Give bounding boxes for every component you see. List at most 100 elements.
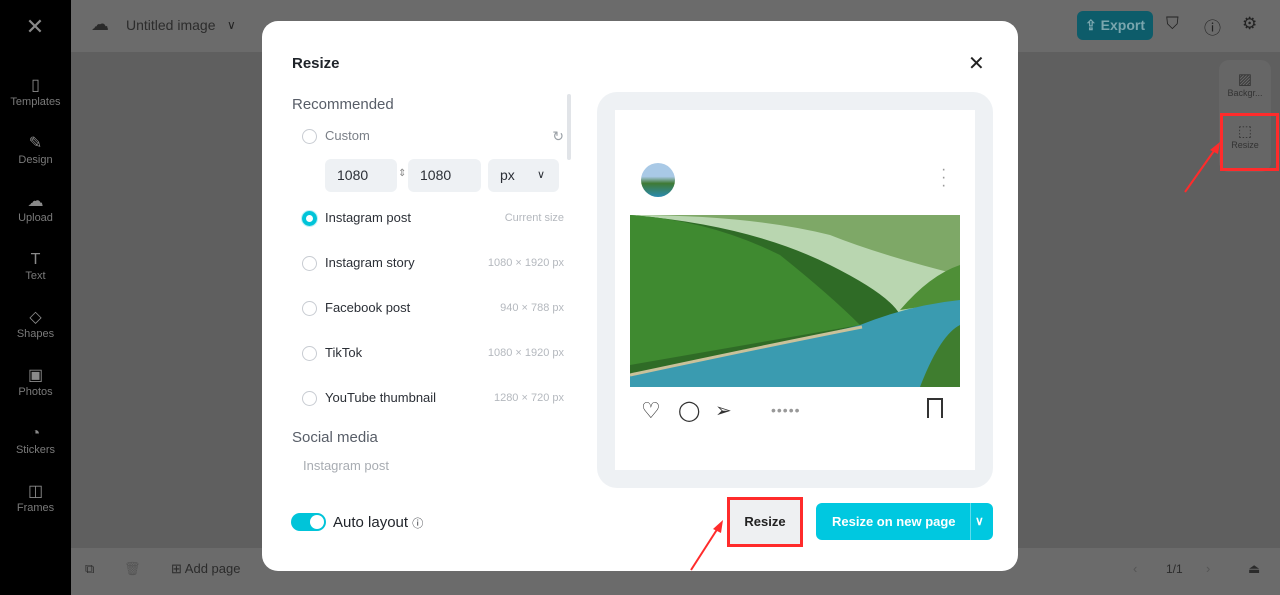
layers-icon[interactable]: ⏏ xyxy=(1248,561,1260,577)
sidebar-item-design[interactable]: ✎ Design xyxy=(0,134,71,166)
social-item[interactable]: Instagram post xyxy=(303,458,389,473)
unit-value: px xyxy=(500,167,515,183)
option-size: 940 × 788 px xyxy=(500,302,564,314)
auto-layout-label: Auto layout ⓘ xyxy=(333,514,423,531)
option-instagram-post[interactable]: Instagram post Current size xyxy=(302,207,564,229)
radio-button[interactable] xyxy=(302,256,317,271)
option-size: Current size xyxy=(504,212,564,224)
option-instagram-story[interactable]: Instagram story 1080 × 1920 px xyxy=(302,252,564,274)
chevron-down-icon[interactable]: ∨ xyxy=(227,18,236,32)
cloud-save-icon[interactable]: ☁ xyxy=(91,14,109,35)
sidebar-item-shapes[interactable]: ◇ Shapes xyxy=(0,308,71,340)
sidebar-item-stickers[interactable]: ◔ Stickers xyxy=(0,424,71,456)
sidebar-item-upload[interactable]: ☁ Upload xyxy=(0,192,71,224)
resize-dialog: Resize ✕ Recommended Custom ↻ 1080 ⇕ 108… xyxy=(262,21,1018,571)
section-recommended: Recommended xyxy=(292,96,394,113)
option-label: Facebook post xyxy=(325,300,411,315)
bookmark-icon xyxy=(927,398,943,418)
stickers-icon: ◔ xyxy=(30,425,41,442)
add-page-label: Add page xyxy=(184,561,241,576)
annotation-box xyxy=(727,497,803,547)
frames-icon: ◫ xyxy=(27,483,44,500)
landscape-photo xyxy=(630,215,960,387)
page-indicator: 1/1 xyxy=(1166,562,1183,576)
radio-button[interactable] xyxy=(302,391,317,406)
chevron-down-icon: ∨ xyxy=(536,169,545,181)
reset-icon[interactable]: ↻ xyxy=(552,125,564,147)
sidebar-item-label: Photos xyxy=(18,386,53,398)
add-page-button[interactable]: ⊞ Add page xyxy=(171,561,240,577)
option-youtube-thumbnail[interactable]: YouTube thumbnail 1280 × 720 px xyxy=(302,387,564,409)
option-label: TikTok xyxy=(325,345,363,360)
sidebar-item-label: Stickers xyxy=(15,444,56,456)
sidebar-item-templates[interactable]: ▯ Templates xyxy=(0,76,71,108)
sidebar-item-label: Templates xyxy=(10,96,61,108)
carousel-dots: ••••• xyxy=(771,402,801,418)
export-button[interactable]: ⇪ Export xyxy=(1077,11,1153,40)
templates-icon: ▯ xyxy=(31,77,40,94)
background-tool[interactable]: ▨ Backgr... xyxy=(1219,70,1271,98)
more-icon: · · · xyxy=(941,161,947,194)
settings-icon[interactable]: ⚙ xyxy=(1242,14,1257,34)
resize-new-label: Resize on new page xyxy=(832,514,956,529)
shapes-icon: ◇ xyxy=(29,309,42,326)
radio-button[interactable] xyxy=(302,301,317,316)
sidebar-item-label: Design xyxy=(18,154,53,166)
help-icon[interactable]: ⓘ xyxy=(1204,14,1221,39)
option-label: YouTube thumbnail xyxy=(325,390,437,405)
comment-icon: ◯ xyxy=(678,400,701,422)
option-size: 1080 × 1920 px xyxy=(487,347,564,359)
radio-custom[interactable] xyxy=(302,129,317,144)
auto-layout-toggle[interactable] xyxy=(291,513,326,531)
next-page-icon[interactable]: › xyxy=(1206,561,1210,576)
photos-icon: ▣ xyxy=(27,367,44,384)
sidebar-item-frames[interactable]: ◫ Frames xyxy=(0,482,71,514)
auto-layout-text: Auto layout xyxy=(333,514,409,531)
like-icon: ♡ xyxy=(641,398,661,423)
resize-on-new-page-button[interactable]: Resize on new page ∨ xyxy=(816,503,993,540)
background-label: Backgr... xyxy=(1227,88,1263,98)
share-icon: ➢ xyxy=(715,400,732,422)
annotation-box xyxy=(1220,113,1279,171)
sidebar-item-label: Text xyxy=(25,270,46,282)
preview-frame: · · · ♡ ◯ ➢ ••••• xyxy=(597,92,993,488)
shield-icon[interactable]: ⛉ xyxy=(1166,14,1179,34)
background-icon: ▨ xyxy=(1237,71,1253,88)
option-tiktok[interactable]: TikTok 1080 × 1920 px xyxy=(302,342,564,364)
radio-button[interactable] xyxy=(302,346,317,361)
capcut-logo: ✕ xyxy=(25,14,45,39)
section-social-media: Social media xyxy=(292,429,378,446)
instagram-post-mockup: · · · ♡ ◯ ➢ ••••• xyxy=(615,110,975,470)
option-custom[interactable]: Custom ↻ xyxy=(302,125,564,147)
text-icon: T xyxy=(30,251,41,268)
sidebar-item-label: Shapes xyxy=(16,328,55,340)
option-size: 1280 × 720 px xyxy=(493,392,564,404)
info-icon[interactable]: ⓘ xyxy=(412,518,423,530)
radio-button[interactable] xyxy=(302,211,317,226)
unit-select[interactable]: px ∨ xyxy=(488,159,559,192)
option-label: Instagram story xyxy=(325,255,415,270)
delete-page-icon[interactable]: 🗑 xyxy=(124,561,141,577)
document-title[interactable]: Untitled image xyxy=(126,17,216,33)
option-size: 1080 × 1920 px xyxy=(487,257,564,269)
chevron-down-icon[interactable]: ∨ xyxy=(975,503,984,540)
avatar xyxy=(641,163,675,197)
option-label: Custom xyxy=(325,128,370,143)
upload-icon: ☁ xyxy=(27,193,44,210)
duplicate-page-icon[interactable]: ⧉ xyxy=(85,561,94,577)
annotation-arrow xyxy=(1184,142,1220,193)
close-icon[interactable]: ✕ xyxy=(968,51,985,76)
sidebar-item-label: Upload xyxy=(18,212,53,224)
option-facebook-post[interactable]: Facebook post 940 × 788 px xyxy=(302,297,564,319)
option-label: Instagram post xyxy=(325,210,411,225)
scrollbar[interactable] xyxy=(567,94,571,160)
annotation-arrow xyxy=(690,520,723,571)
sidebar-item-text[interactable]: T Text xyxy=(0,250,71,282)
sidebar-item-photos[interactable]: ▣ Photos xyxy=(0,366,71,398)
width-input[interactable]: 1080 xyxy=(325,159,397,192)
sidebar-item-label: Frames xyxy=(16,502,55,514)
dialog-title: Resize xyxy=(292,55,340,72)
height-input[interactable]: 1080 xyxy=(408,159,481,192)
prev-page-icon[interactable]: ‹ xyxy=(1133,561,1137,576)
lock-ratio-icon[interactable]: ⇕ xyxy=(398,168,406,179)
